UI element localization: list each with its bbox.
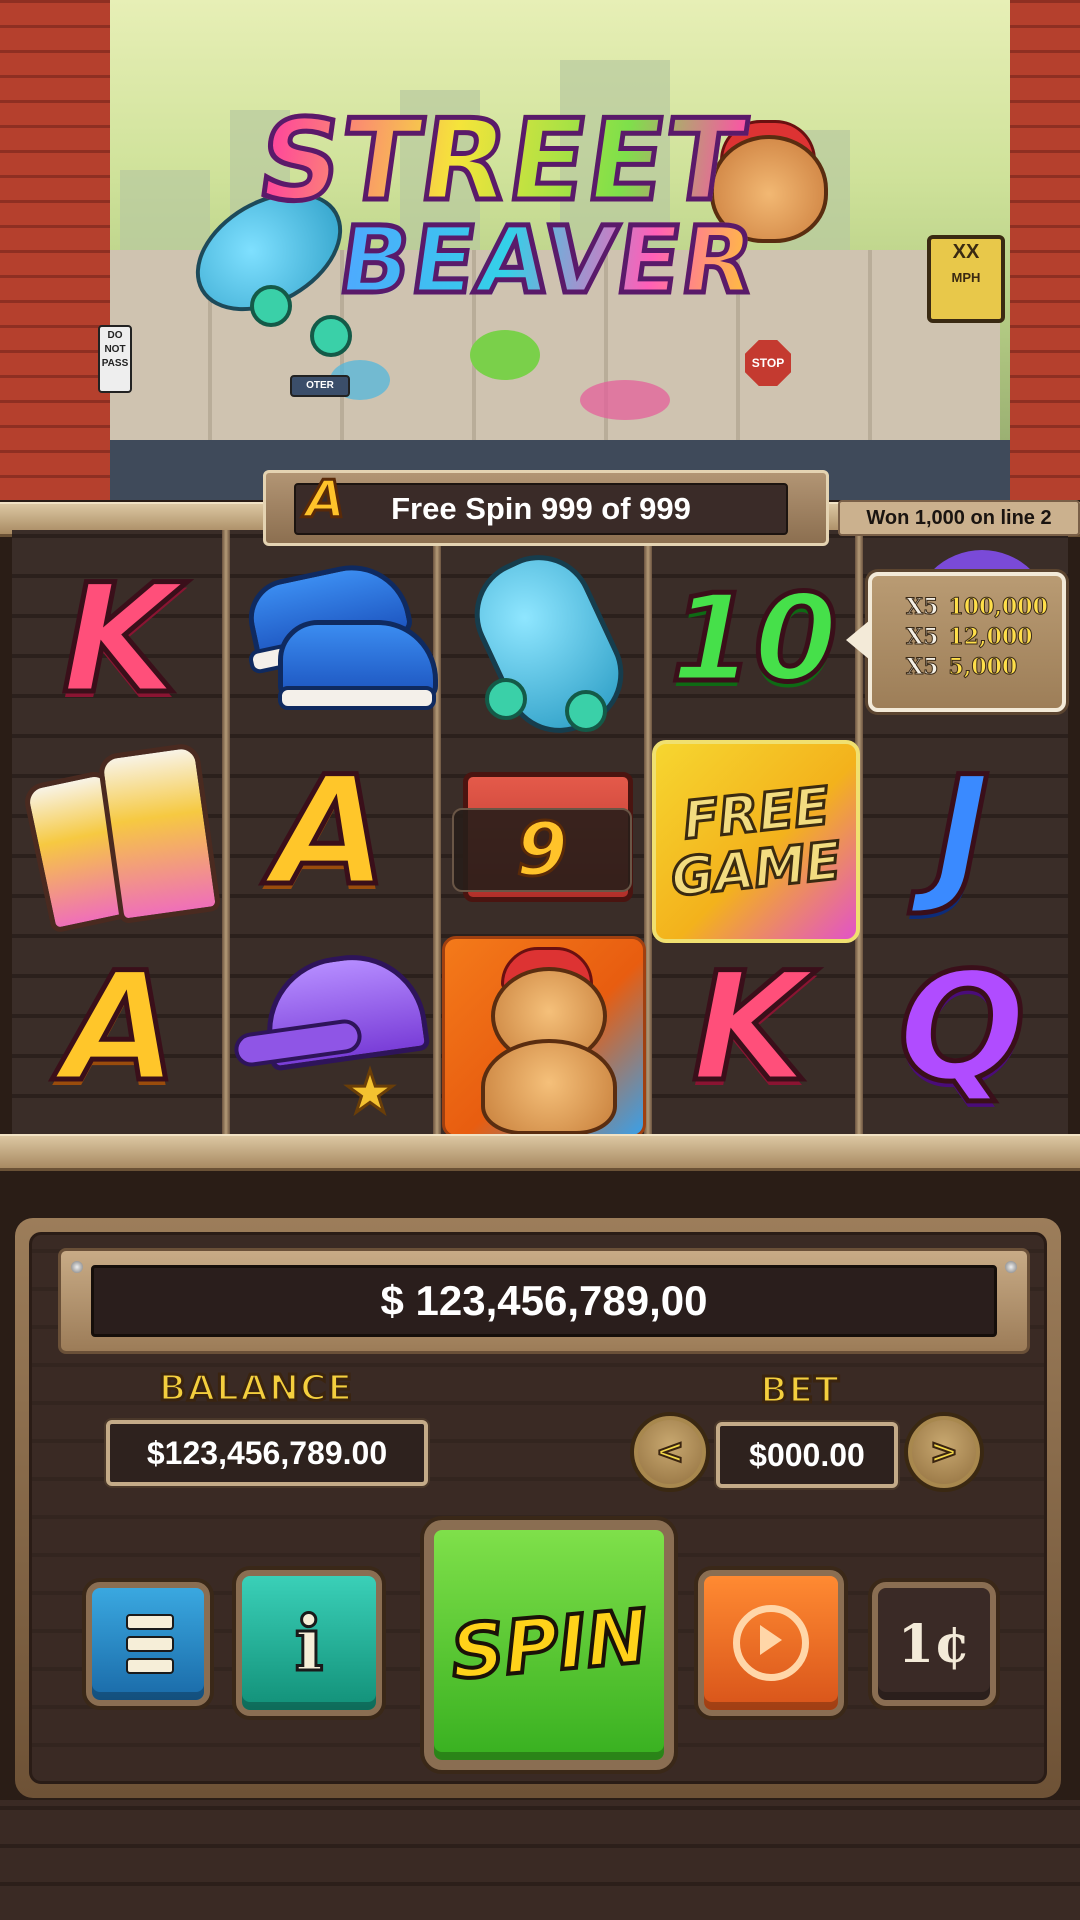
spin-label: SPIN <box>445 1592 653 1699</box>
bet-decrease-button[interactable]: < <box>630 1412 710 1492</box>
win-line-message: Won 1,000 on line 2 <box>838 500 1080 536</box>
speed-sign: XX MPH <box>927 235 1005 323</box>
symbol-j-letter: J <box>932 745 993 919</box>
coin-value-button[interactable]: 1¢ <box>872 1582 996 1706</box>
symbol-cap: ★ <box>232 938 434 1128</box>
symbol-sneakers <box>234 550 438 730</box>
brick-building-left <box>0 0 110 500</box>
symbol-k-letter: K <box>689 941 810 1115</box>
symbol-k-letter: K <box>59 553 180 727</box>
symbol-a: A <box>30 938 210 1118</box>
symbol-a-letter: A <box>59 941 180 1115</box>
win-amount-display: $ 123,456,789,00 <box>91 1265 997 1337</box>
bolt-icon <box>1005 1261 1017 1273</box>
menu-icon <box>126 1614 174 1674</box>
free-spin-counter: Free Spin 999 of 999 <box>294 483 788 535</box>
menu-button[interactable] <box>86 1582 210 1706</box>
paytable-popup: X5 100,000 X5 12,000 X5 5,000 <box>846 572 1066 712</box>
win-amount-plank: $ 123,456,789,00 <box>58 1248 1030 1354</box>
paint-splat <box>580 380 670 420</box>
skate-wheel-icon <box>310 315 352 357</box>
balance-label: BALANCE <box>157 1367 354 1411</box>
autoplay-button[interactable] <box>698 1570 844 1716</box>
street-sign: OTER <box>290 375 350 397</box>
symbol-q: Q <box>872 938 1052 1118</box>
reel-divider <box>433 530 441 1134</box>
do-not-pass-sign: DO NOT PASS <box>98 325 132 393</box>
bet-label: BET <box>759 1369 841 1413</box>
coin-value-icon: 1¢ <box>897 1613 971 1675</box>
speed-sign-text: XX <box>952 241 980 263</box>
symbol-ten-number: 10 <box>668 570 840 709</box>
paytable-value: 12,000 <box>948 624 1033 651</box>
bet-increase-button[interactable]: > <box>904 1412 984 1492</box>
symbol-free-game: FREE GAME <box>652 740 860 943</box>
bolt-icon <box>71 1261 83 1273</box>
symbol-k: K <box>660 938 840 1118</box>
info-icon: i <box>293 1597 325 1689</box>
speed-sign-unit: MPH <box>951 270 981 285</box>
logo-title-line2: BEAVER <box>330 205 765 317</box>
symbol-q-letter: Q <box>896 941 1028 1115</box>
beaver-body-icon <box>481 1039 617 1135</box>
arrow-right-icon: > <box>929 1431 959 1473</box>
floor-bricks <box>0 1800 1080 1920</box>
paytable-value: 5,000 <box>948 654 1018 681</box>
autoplay-icon <box>733 1605 809 1681</box>
info-button[interactable]: i <box>236 1570 382 1716</box>
paytable-count: X5 <box>905 594 939 621</box>
free-spin-icon: A <box>303 469 346 532</box>
arrow-left-icon: < <box>655 1431 685 1473</box>
symbol-k: K <box>30 550 210 730</box>
symbol-beaver-wild <box>442 936 646 1138</box>
bet-value: $000.00 <box>716 1422 898 1488</box>
multiplier-badge: 9 <box>452 806 632 895</box>
paytable-value: 100,000 <box>948 594 1049 621</box>
skateboard-icon <box>456 537 642 751</box>
paytable-count: X5 <box>905 624 939 651</box>
spin-button[interactable]: SPIN <box>424 1520 674 1770</box>
skate-wheel-icon <box>485 678 527 720</box>
free-spin-banner: Free Spin 999 of 999 <box>263 470 829 546</box>
paytable-count: X5 <box>905 654 939 681</box>
reel-bottom-ledge <box>0 1134 1080 1171</box>
game-logo: STREET BEAVER <box>174 94 850 365</box>
logo-title-line1: STREET <box>248 94 756 229</box>
symbol-a: A <box>240 742 420 922</box>
symbol-spray-cans <box>21 736 222 934</box>
paytable-row: X5 12,000 <box>905 624 1033 651</box>
symbol-skateboard <box>445 537 645 751</box>
skate-wheel-icon <box>250 285 292 327</box>
balance-value: $123,456,789.00 <box>106 1420 428 1486</box>
symbol-ten: 10 <box>654 550 854 730</box>
symbol-a-letter: A <box>269 745 390 919</box>
symbol-j: J <box>872 742 1052 922</box>
star-icon: ★ <box>343 1059 398 1127</box>
brick-building-right <box>1010 0 1080 500</box>
paytable-row: X5 100,000 <box>905 594 1049 621</box>
reel-divider <box>222 530 230 1134</box>
skate-wheel-icon <box>565 690 607 732</box>
sneaker-sole <box>278 686 436 710</box>
paytable-row: X5 5,000 <box>905 654 1018 681</box>
